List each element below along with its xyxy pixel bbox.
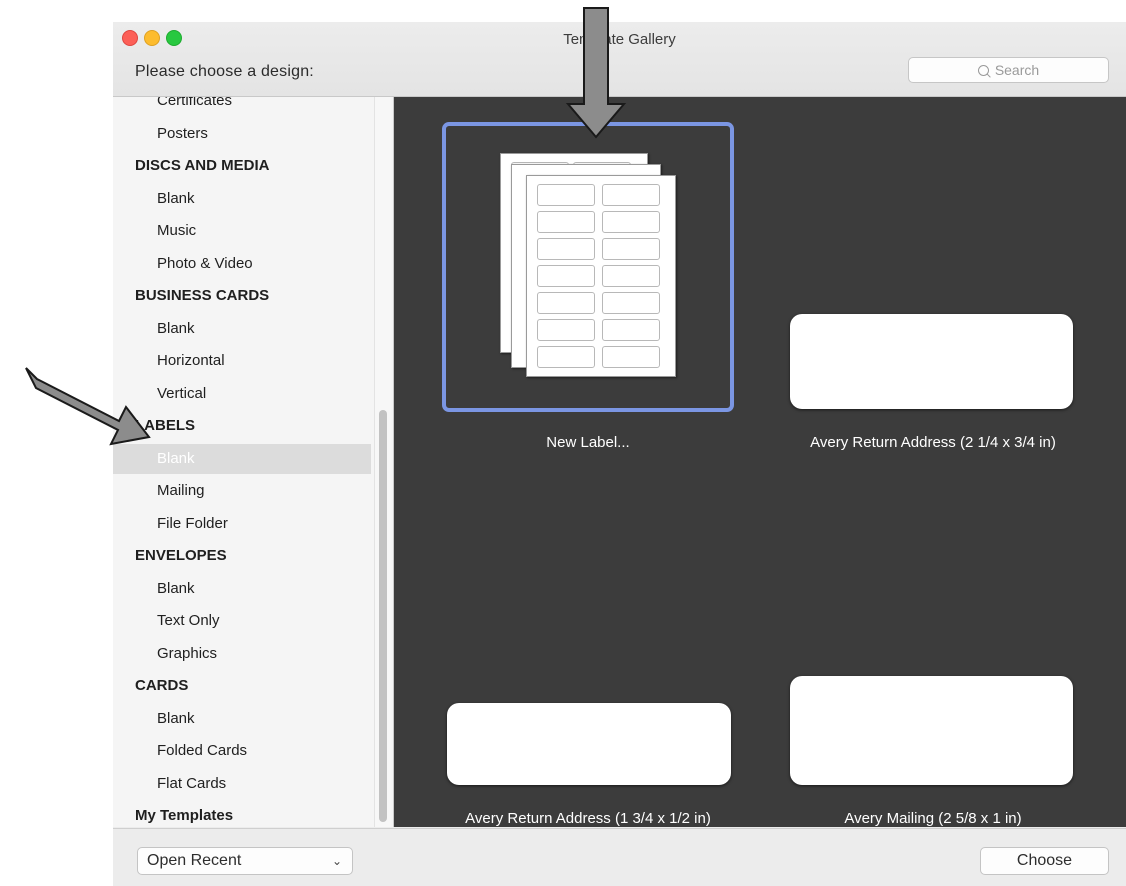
search-placeholder: Search bbox=[994, 62, 1040, 78]
sidebar-item[interactable]: Blank bbox=[113, 443, 371, 474]
sidebar-item[interactable]: Blank bbox=[113, 704, 371, 734]
sidebar-item[interactable]: File Folder bbox=[113, 509, 371, 539]
label-thumbnail bbox=[447, 703, 731, 785]
sidebar-item[interactable]: Photo & Video bbox=[113, 249, 371, 279]
open-recent-popup[interactable]: Open Recent ⌄ bbox=[137, 847, 353, 875]
template-gallery-window: Template Gallery Please choose a design:… bbox=[113, 22, 1126, 886]
chevron-down-icon: ⌄ bbox=[331, 854, 342, 868]
template-label: Avery Mailing (2 5/8 x 1 in) bbox=[844, 810, 1022, 827]
template-label: Avery Return Address (1 3/4 x 1/2 in) bbox=[465, 810, 711, 827]
sidebar-item[interactable]: Vertical bbox=[113, 379, 371, 409]
sidebar-item[interactable]: Text Only bbox=[113, 606, 371, 636]
template-tile-avery-mailing[interactable]: Avery Mailing (2 5/8 x 1 in) bbox=[774, 477, 1126, 827]
sidebar-category[interactable]: My Templates bbox=[113, 801, 371, 827]
template-label: New Label... bbox=[546, 434, 630, 451]
title-bar: Template Gallery Please choose a design:… bbox=[113, 22, 1126, 97]
sidebar-item[interactable]: Mailing bbox=[113, 476, 371, 506]
template-gallery: New Label... Avery Return Address (2 1/4… bbox=[394, 97, 1126, 827]
window-title: Template Gallery bbox=[563, 31, 676, 48]
sidebar-scrollbar-thumb[interactable] bbox=[379, 410, 387, 822]
category-sidebar[interactable]: Certificates Posters DISCS AND MEDIA Blank M… bbox=[113, 97, 394, 827]
choose-button[interactable]: Choose bbox=[980, 847, 1109, 875]
sidebar-category[interactable]: LABELS bbox=[113, 411, 371, 441]
template-tile-avery-return-address-2-1-4[interactable]: Avery Return Address (2 1/4 x 3/4 in) bbox=[774, 97, 1126, 477]
sidebar-item[interactable]: Certificates bbox=[113, 97, 371, 116]
sidebar-item[interactable]: Folded Cards bbox=[113, 736, 371, 766]
search-field[interactable]: Search bbox=[908, 57, 1109, 83]
label-thumbnail bbox=[790, 314, 1073, 409]
sidebar-category[interactable]: DISCS AND MEDIA bbox=[113, 151, 371, 181]
choose-design-prompt: Please choose a design: bbox=[135, 63, 314, 80]
bottom-bar: Open Recent ⌄ Choose bbox=[113, 828, 1126, 886]
sidebar-item[interactable]: Posters bbox=[113, 119, 371, 149]
sidebar-item[interactable]: Horizontal bbox=[113, 346, 371, 376]
template-tile-new-label[interactable]: New Label... bbox=[394, 97, 754, 477]
sidebar-item[interactable]: Blank bbox=[113, 184, 371, 214]
sidebar-item[interactable]: Blank bbox=[113, 314, 371, 344]
sidebar-category[interactable]: CARDS bbox=[113, 671, 371, 701]
open-recent-label: Open Recent bbox=[147, 852, 242, 869]
sidebar-item[interactable]: Blank bbox=[113, 574, 371, 604]
search-icon bbox=[977, 64, 989, 76]
sidebar-category[interactable]: BUSINESS CARDS bbox=[113, 281, 371, 311]
sidebar-category[interactable]: ENVELOPES bbox=[113, 541, 371, 571]
sidebar-item[interactable]: Flat Cards bbox=[113, 769, 371, 799]
template-tile-avery-return-address-1-3-4[interactable]: Avery Return Address (1 3/4 x 1/2 in) bbox=[394, 477, 774, 827]
sidebar-item[interactable]: Music bbox=[113, 216, 371, 246]
label-thumbnail bbox=[790, 676, 1073, 785]
template-label: Avery Return Address (2 1/4 x 3/4 in) bbox=[810, 434, 1056, 451]
sidebar-item[interactable]: Graphics bbox=[113, 639, 371, 669]
